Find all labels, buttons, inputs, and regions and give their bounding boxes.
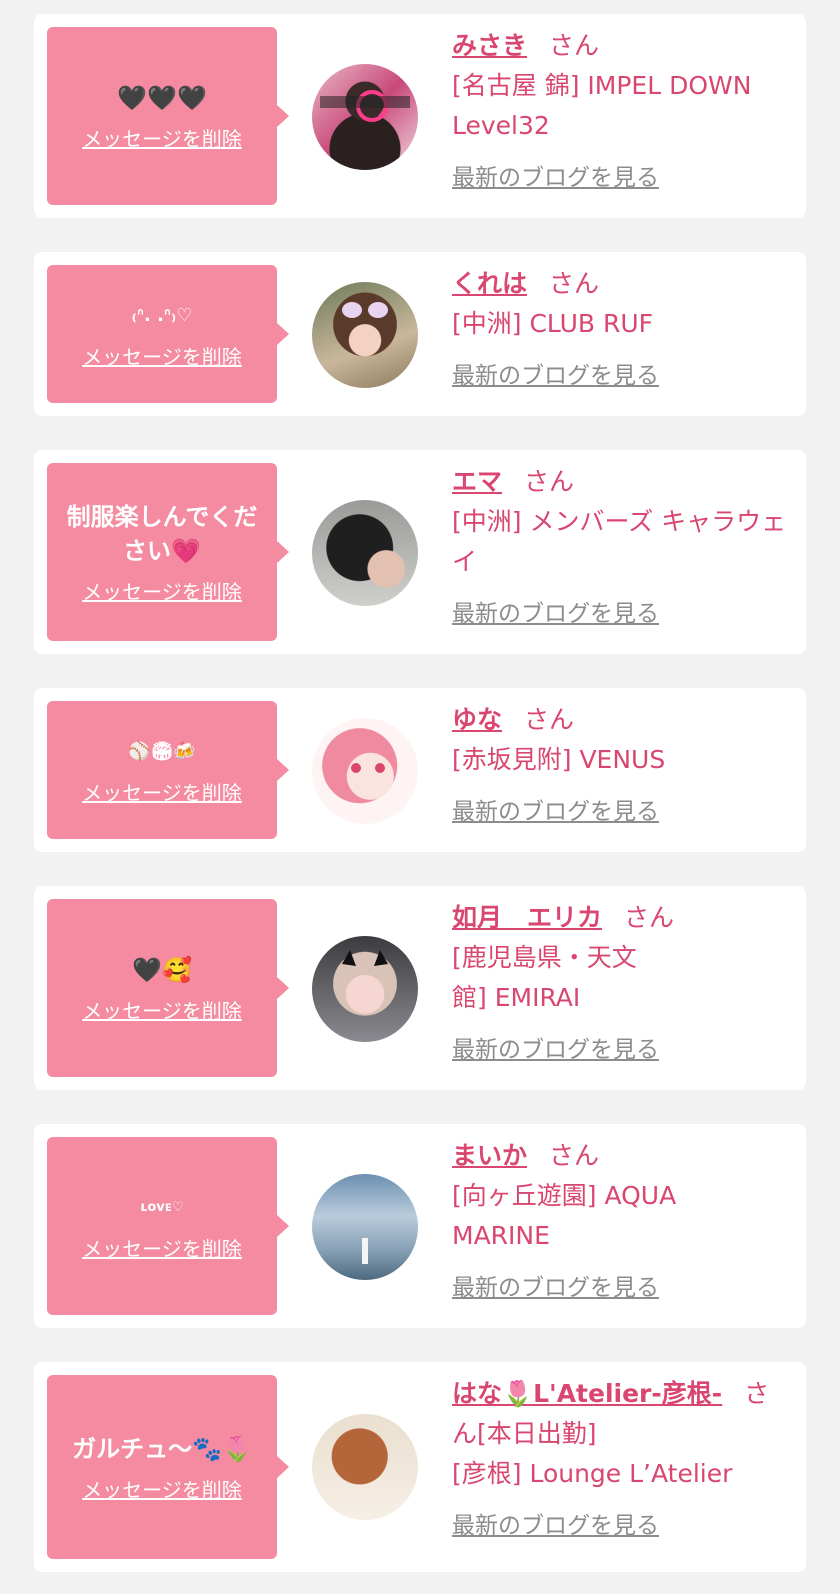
message-card: 🖤🖤🖤 メッセージを削除 みさき さん [名古屋 錦] IMPEL DOWN Le… (34, 14, 806, 218)
avatar-image (312, 1414, 418, 1520)
message-card: ⚾🏟🍻 メッセージを削除 ゆな さん [赤坂見附] VENUS 最新のブログを見る (34, 688, 806, 852)
avatar-image (320, 90, 410, 122)
honorific: さん (549, 1141, 600, 1170)
avatar[interactable] (312, 282, 418, 388)
avatar-image (351, 763, 385, 773)
delete-message-link[interactable]: メッセージを削除 (82, 777, 242, 806)
message-bubble: ガルチュ〜🐾🌷 メッセージを削除 (47, 1375, 289, 1559)
message-text: 🖤🖤🖤 (117, 83, 207, 112)
message-bubble: 🖤🥰 メッセージを削除 (47, 899, 289, 1077)
honorific: さん (549, 269, 600, 298)
shop-info: [鹿児島県・天文館] EMIRAI (452, 943, 637, 1012)
message-bubble: 🖤🖤🖤 メッセージを削除 (47, 27, 289, 205)
avatar[interactable] (312, 1174, 418, 1280)
delete-message-link[interactable]: メッセージを削除 (82, 1233, 242, 1262)
message-bubble: 制服楽しんでください💗 メッセージを削除 (47, 463, 289, 641)
shop-info: [彦根] Lounge L’Atelier (452, 1459, 733, 1488)
latest-blog-link[interactable]: 最新のブログを見る (452, 594, 659, 628)
avatar[interactable] (312, 936, 418, 1042)
profile-name-link[interactable]: エマ (452, 467, 502, 496)
honorific: さん (524, 705, 575, 734)
latest-blog-link[interactable]: 最新のブログを見る (452, 356, 659, 390)
profile-info: ゆな さん [赤坂見附] VENUS 最新のブログを見る (452, 700, 788, 826)
avatar-image (362, 1238, 368, 1264)
message-card: ʟᴏᴠᴇ♡ メッセージを削除 まいか さん [向ヶ丘遊園] AQUA MARINE… (34, 1124, 806, 1328)
message-card: ガルチュ〜🐾🌷 メッセージを削除 はな🌷L'Atelier-彦根- さん[本日出勤… (34, 1362, 806, 1572)
shop-info: [名古屋 錦] IMPEL DOWN Level32 (452, 71, 752, 140)
latest-blog-link[interactable]: 最新のブログを見る (452, 1506, 659, 1540)
delete-message-link[interactable]: メッセージを削除 (82, 341, 242, 370)
profile-name-link[interactable]: まいか (452, 1141, 527, 1170)
profile-info: エマ さん [中洲] メンバーズ キャラウェイ 最新のブログを見る (452, 462, 788, 628)
avatar[interactable] (312, 1414, 418, 1520)
profile-info: 如月 エリカ さん [鹿児島県・天文館] EMIRAI 最新のブログを見る (452, 898, 788, 1064)
avatar-image (342, 950, 388, 966)
avatar[interactable] (312, 64, 418, 170)
message-list: 🖤🖤🖤 メッセージを削除 みさき さん [名古屋 錦] IMPEL DOWN Le… (0, 0, 840, 1572)
message-bubble: ₍ᐢ. .ᐢ₎♡ メッセージを削除 (47, 265, 289, 403)
latest-blog-link[interactable]: 最新のブログを見る (452, 158, 659, 192)
delete-message-link[interactable]: メッセージを削除 (82, 123, 242, 152)
honorific: さん (524, 467, 575, 496)
profile-name-link[interactable]: ゆな (452, 705, 502, 734)
message-text: 制服楽しんでください💗 (66, 502, 258, 565)
delete-message-link[interactable]: メッセージを削除 (82, 1474, 242, 1503)
message-text: ガルチュ〜🐾🌷 (72, 1434, 252, 1463)
profile-name-link[interactable]: はな🌷L'Atelier-彦根- (452, 1379, 722, 1408)
avatar[interactable] (312, 500, 418, 606)
latest-blog-link[interactable]: 最新のブログを見る (452, 792, 659, 826)
message-text: 🖤🥰 (132, 955, 192, 984)
profile-info: まいか さん [向ヶ丘遊園] AQUA MARINE 最新のブログを見る (452, 1136, 788, 1302)
profile-info: くれは さん [中洲] CLUB RUF 最新のブログを見る (452, 264, 788, 390)
delete-message-link[interactable]: メッセージを削除 (82, 995, 242, 1024)
profile-info: みさき さん [名古屋 錦] IMPEL DOWN Level32 最新のブログを… (452, 26, 788, 192)
shop-info: [中洲] メンバーズ キャラウェイ (452, 507, 787, 576)
profile-info: はな🌷L'Atelier-彦根- さん[本日出勤] [彦根] Lounge L’A… (452, 1374, 788, 1540)
delete-message-link[interactable]: メッセージを削除 (82, 576, 242, 605)
message-card: 制服楽しんでください💗 メッセージを削除 エマ さん [中洲] メンバーズ キャラ… (34, 450, 806, 654)
honorific: さん (549, 31, 600, 60)
message-text: ʟᴏᴠᴇ♡ (140, 1199, 184, 1215)
message-bubble: ʟᴏᴠᴇ♡ メッセージを削除 (47, 1137, 289, 1315)
honorific: さん (624, 903, 675, 932)
message-bubble: ⚾🏟🍻 メッセージを削除 (47, 701, 289, 839)
profile-name-link[interactable]: みさき (452, 31, 527, 60)
shop-info: [中洲] CLUB RUF (452, 309, 654, 338)
message-card: ₍ᐢ. .ᐢ₎♡ メッセージを削除 くれは さん [中洲] CLUB RUF 最新… (34, 252, 806, 416)
profile-name-link[interactable]: くれは (452, 269, 527, 298)
avatar[interactable] (312, 718, 418, 824)
profile-name-link[interactable]: 如月 エリカ (452, 903, 602, 932)
avatar-image (312, 500, 418, 606)
message-text: ₍ᐢ. .ᐢ₎♡ (131, 304, 193, 326)
shop-info: [赤坂見附] VENUS (452, 745, 666, 774)
message-text: ⚾🏟🍻 (128, 740, 196, 762)
latest-blog-link[interactable]: 最新のブログを見る (452, 1268, 659, 1302)
latest-blog-link[interactable]: 最新のブログを見る (452, 1030, 659, 1064)
message-card: 🖤🥰 メッセージを削除 如月 エリカ さん [鹿児島県・天文館] EMIRAI 最… (34, 886, 806, 1090)
shop-info: [向ヶ丘遊園] AQUA MARINE (452, 1181, 677, 1250)
avatar-image (342, 302, 388, 318)
